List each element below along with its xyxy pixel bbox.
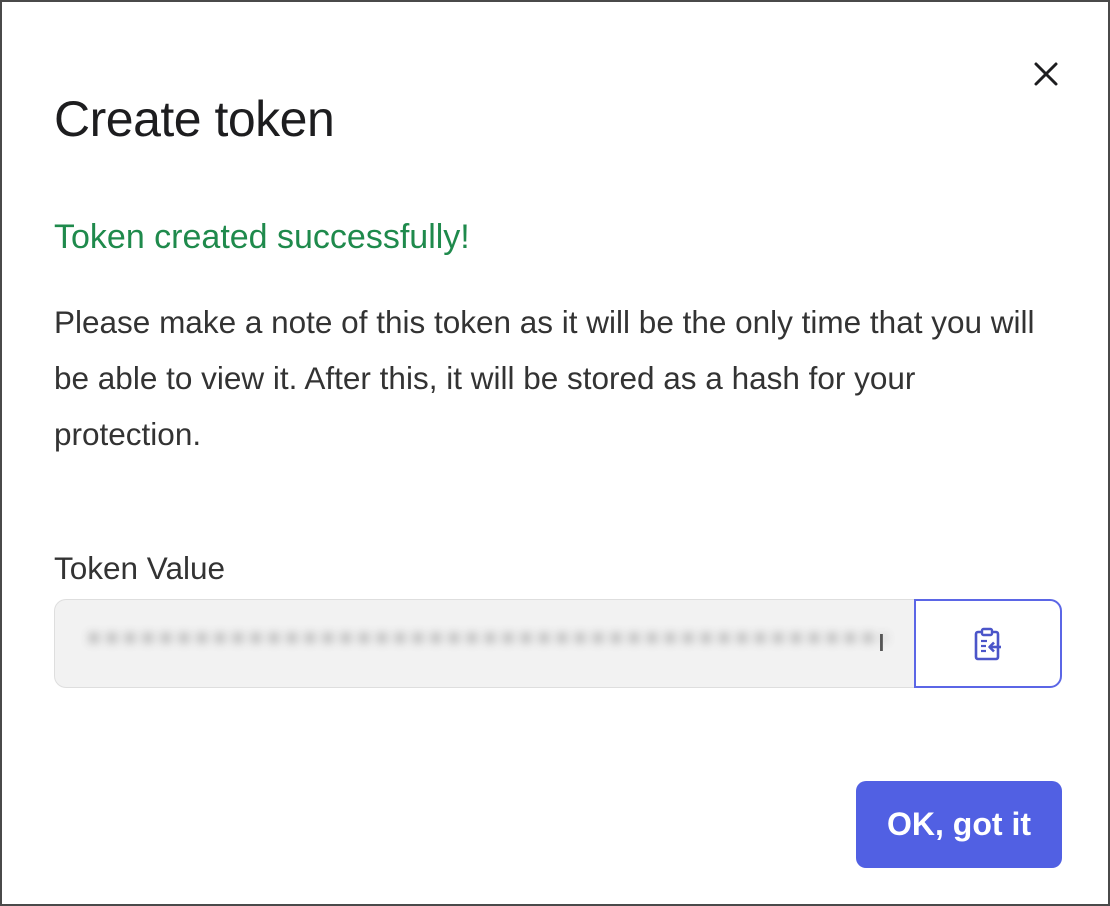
create-token-dialog: Create token Token created successfully!… bbox=[0, 0, 1110, 906]
token-value-overflow-char: ı bbox=[877, 622, 886, 658]
token-value-text: ••••••••••••••••••••••••••••••••••••••••… bbox=[85, 624, 885, 658]
close-button[interactable] bbox=[1024, 52, 1068, 96]
ok-got-it-button[interactable]: OK, got it bbox=[856, 781, 1062, 868]
token-note: Please make a note of this token as it w… bbox=[54, 304, 1035, 452]
success-message: Token created successfully! bbox=[54, 218, 470, 256]
close-icon bbox=[1034, 62, 1058, 86]
dialog-title: Create token bbox=[54, 91, 335, 147]
token-value-field[interactable]: ••••••••••••••••••••••••••••••••••••••••… bbox=[54, 599, 915, 688]
clipboard-paste-icon bbox=[974, 627, 1001, 660]
token-value-label: Token Value bbox=[54, 550, 226, 586]
copy-token-button[interactable] bbox=[914, 599, 1062, 688]
